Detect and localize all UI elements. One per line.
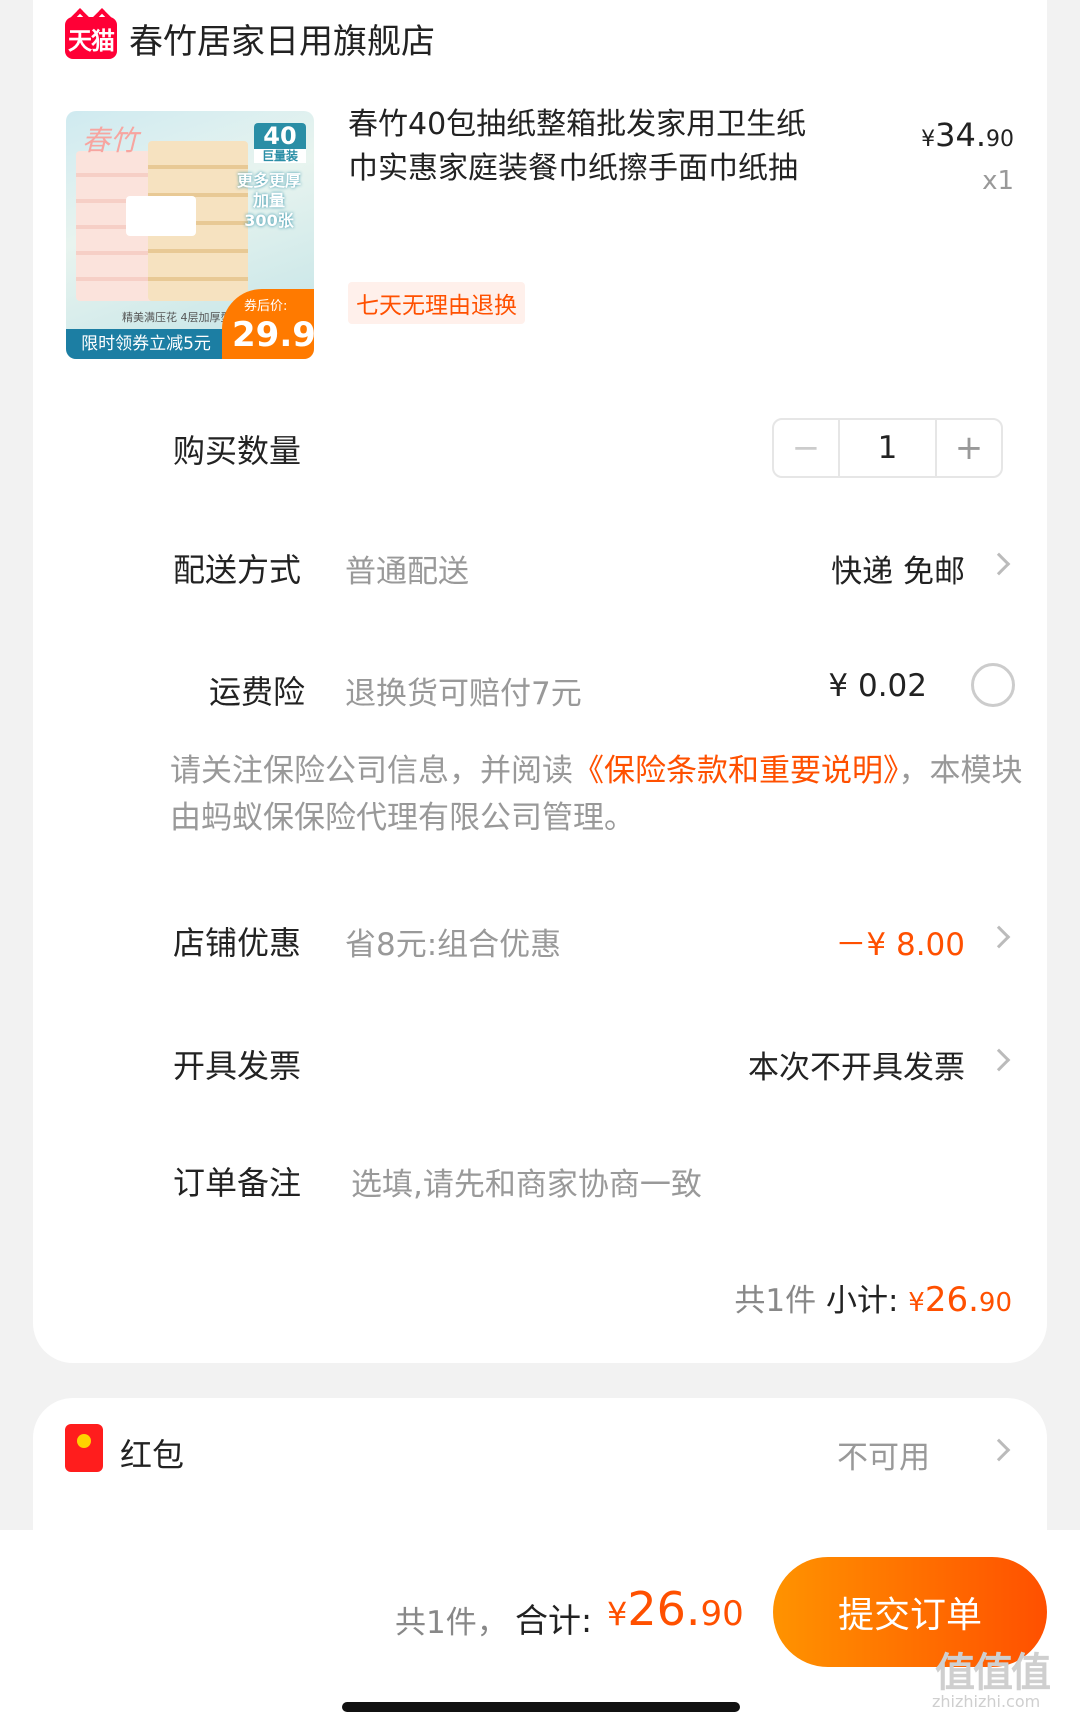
red-packet-icon (65, 1424, 103, 1472)
quantity-input[interactable]: 1 (840, 420, 937, 476)
product-image-side-text: 更多更厚 加量 300张 (234, 171, 304, 231)
price-badge-value: 29.9 (232, 315, 314, 355)
subtotal: 共1件 小计: ¥26.90 (734, 1275, 1012, 1320)
shop-name[interactable]: 春竹居家日用旗舰店 (129, 14, 435, 63)
store-discount-label: 店铺优惠 (173, 924, 302, 962)
product-quantity: x1 (982, 166, 1014, 196)
store-discount-sub: 省8元:组合优惠 (345, 927, 562, 963)
watermark-url: zhizhizhi.com (932, 1692, 1041, 1711)
total-label: 合计: (515, 1601, 593, 1640)
product-image-price-badge: 券后价: 29.9 (222, 289, 314, 359)
chevron-right-icon (987, 1048, 1011, 1072)
subtotal-int: 26. (924, 1280, 979, 1320)
total-symbol: ¥ (607, 1595, 628, 1633)
subtotal-dec: 90 (978, 1288, 1012, 1318)
insurance-radio[interactable] (971, 663, 1015, 707)
red-packet-card[interactable]: 红包 不可用 (33, 1398, 1047, 1548)
subtotal-count: 共1件 (734, 1283, 817, 1319)
remark-label: 订单备注 (173, 1164, 302, 1202)
watermark-logo: 值值值 (935, 1650, 1051, 1696)
quantity-label: 购买数量 (173, 432, 302, 470)
product-image-badge: 40 巨量装 (254, 123, 306, 163)
notice-prefix: 请关注保险公司信息，并阅读 (170, 753, 573, 789)
delivery-label: 配送方式 (173, 551, 302, 589)
insurance-notice: 请关注保险公司信息，并阅读《保险条款和重要说明》，本模块由蚂蚁保保险代理有限公司… (170, 748, 1030, 842)
price-badge-label: 券后价: (244, 299, 288, 314)
badge-sub: 巨量装 (254, 149, 306, 163)
insurance-sub: 退换货可赔付7元 (345, 676, 582, 712)
chevron-right-icon (987, 552, 1011, 576)
red-packet-label: 红包 (120, 1436, 185, 1474)
tmall-logo: 天猫 (65, 17, 117, 59)
price-symbol: ¥ (921, 127, 936, 152)
insurance-price: ¥ 0.02 (828, 668, 927, 704)
side-line: 加量 (252, 191, 285, 210)
product-image-brand: 春竹 (82, 124, 139, 157)
invoice-value: 本次不开具发票 (748, 1050, 965, 1086)
tmall-logo-text: 天猫 (68, 26, 115, 55)
subtotal-label: 小计: (825, 1283, 899, 1319)
total-dec: 90 (700, 1594, 744, 1634)
bottom-bar: 共1件， 合计: ¥26.90 提交订单 值值值 zhizhizhi.com (0, 1530, 1080, 1725)
product-image-promo: 限时领券立减5元 (66, 329, 226, 359)
remark-input[interactable]: 选填,请先和商家协商一致 (351, 1159, 702, 1204)
delivery-sub: 普通配送 (345, 554, 469, 590)
price-integer: 34. (935, 116, 986, 154)
home-indicator[interactable] (342, 1702, 740, 1712)
product-image-fine-print: 精美满压花 4层加厚型 (122, 311, 232, 324)
quantity-stepper: − 1 + (772, 418, 1003, 478)
subtotal-symbol: ¥ (908, 1288, 925, 1318)
store-discount-value: －¥ 8.00 (835, 927, 965, 963)
product-image[interactable]: 春竹 40 巨量装 更多更厚 加量 300张 精美满压花 4层加厚型 限时领券立减… (66, 111, 314, 359)
red-packet-value: 不可用 (837, 1440, 930, 1476)
product-title[interactable]: 春竹40包抽纸整箱批发家用卫生纸巾实惠家庭装餐巾纸擦手面巾纸抽 (348, 103, 818, 191)
invoice-label: 开具发票 (173, 1047, 302, 1085)
insurance-terms-link[interactable]: 《保险条款和重要说明》 (573, 753, 899, 789)
price-decimal: 90 (986, 127, 1014, 152)
return-policy-tag: 七天无理由退换 (348, 282, 525, 324)
order-card: 天猫 春竹居家日用旗舰店 春竹 40 巨量装 更多更厚 加量 300张 精美满压花… (33, 0, 1047, 1363)
product-price: ¥34.90 (921, 116, 1014, 154)
quantity-minus-button[interactable]: − (774, 420, 840, 476)
side-line: 300张 (244, 211, 294, 230)
chevron-right-icon (987, 1438, 1011, 1462)
badge-number: 40 (263, 122, 297, 150)
chevron-right-icon (987, 925, 1011, 949)
delivery-value: 快递 免邮 (831, 554, 965, 590)
insurance-label: 运费险 (209, 673, 306, 711)
total-int: 26. (627, 1582, 701, 1636)
total-count: 共1件， (395, 1605, 508, 1641)
tissue-sheet (126, 196, 196, 236)
side-line: 更多更厚 (236, 171, 301, 190)
quantity-plus-button[interactable]: + (937, 420, 1001, 476)
total-amount: ¥26.90 (607, 1582, 744, 1636)
subtotal-amount: ¥26.90 (908, 1280, 1012, 1320)
